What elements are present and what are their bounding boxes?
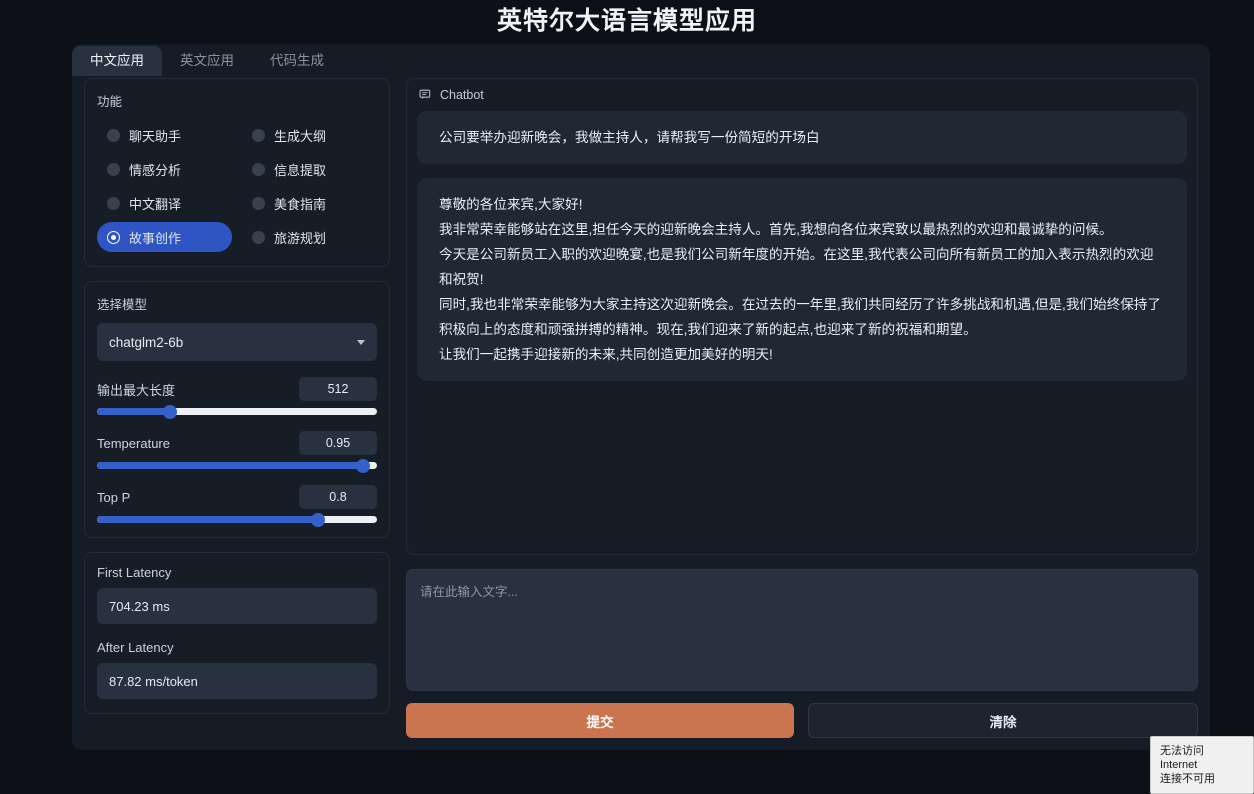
radio-information-extraction[interactable]: 信息提取	[242, 154, 377, 184]
chat-message-user: 公司要举办迎新晚会，我做主持人，请帮我写一份简短的开场白	[417, 111, 1187, 164]
radio-dot-icon	[252, 231, 265, 244]
radio-label: 旅游规划	[274, 228, 326, 247]
latency-card: First Latency 704.23 ms After Latency 87…	[84, 552, 390, 714]
chatbot-title: Chatbot	[440, 88, 484, 102]
model-select-value: chatglm2-6b	[109, 335, 183, 350]
chevron-down-icon	[357, 340, 365, 345]
chat-messages: 公司要举办迎新晚会，我做主持人，请帮我写一份简短的开场白 尊敬的各位来宾,大家好…	[417, 111, 1187, 544]
tab-english-app[interactable]: 英文应用	[162, 46, 252, 76]
slider-thumb[interactable]	[163, 405, 177, 419]
slider-label: 输出最大长度	[97, 380, 175, 399]
radio-dot-icon	[252, 163, 265, 176]
radio-dot-icon	[107, 197, 120, 210]
chat-column: Chatbot 公司要举办迎新晚会，我做主持人，请帮我写一份简短的开场白 尊敬的…	[406, 78, 1198, 738]
radio-dot-icon	[252, 129, 265, 142]
tab-code-generation[interactable]: 代码生成	[252, 46, 342, 76]
toast-line-1: 无法访问 Internet	[1160, 744, 1244, 772]
radio-food-guide[interactable]: 美食指南	[242, 188, 377, 218]
chatbot-header: Chatbot	[417, 88, 1187, 102]
radio-label: 情感分析	[129, 160, 181, 179]
page-title: 英特尔大语言模型应用	[0, 0, 1254, 38]
model-select-dropdown[interactable]: chatglm2-6b	[97, 323, 377, 361]
radio-label: 中文翻译	[129, 194, 181, 213]
slider-max-output-length: 输出最大长度 512	[97, 377, 377, 415]
slider-label: Temperature	[97, 436, 170, 451]
main-content: 功能 聊天助手 生成大纲 情感分析	[84, 78, 1198, 738]
network-status-toast: 无法访问 Internet 连接不可用	[1150, 736, 1254, 794]
prompt-input[interactable]: 请在此输入文字...	[406, 569, 1198, 691]
toast-line-2: 连接不可用	[1160, 772, 1244, 786]
after-latency-value: 87.82 ms/token	[97, 663, 377, 699]
slider-track[interactable]	[97, 516, 377, 523]
function-radio-group: 聊天助手 生成大纲 情感分析 信息提取	[97, 120, 377, 252]
radio-label: 信息提取	[274, 160, 326, 179]
slider-top-p: Top P 0.8	[97, 485, 377, 523]
slider-fill	[97, 408, 170, 415]
radio-dot-icon	[252, 197, 265, 210]
tab-bar: 中文应用 英文应用 代码生成	[72, 44, 342, 76]
message-bubble-icon	[419, 88, 433, 102]
chat-message-text: 尊敬的各位来宾,大家好! 我非常荣幸能够站在这里,担任今天的迎新晚会主持人。首先…	[439, 192, 1165, 367]
radio-label: 生成大纲	[274, 126, 326, 145]
model-select-label: 选择模型	[97, 294, 377, 313]
slider-label: Top P	[97, 490, 130, 505]
submit-button[interactable]: 提交	[406, 703, 794, 738]
model-settings-card: 选择模型 chatglm2-6b 输出最大长度 512	[84, 281, 390, 538]
radio-story-creation[interactable]: 故事创作	[97, 222, 232, 252]
chat-message-text: 公司要举办迎新晚会，我做主持人，请帮我写一份简短的开场白	[439, 125, 1165, 150]
radio-label: 美食指南	[274, 194, 326, 213]
app-shell: 中文应用 英文应用 代码生成 功能 聊天助手 生成大纲	[72, 44, 1210, 750]
radio-dot-icon	[107, 129, 120, 142]
first-latency-value: 704.23 ms	[97, 588, 377, 624]
slider-thumb[interactable]	[356, 459, 370, 473]
slider-value[interactable]: 0.95	[299, 431, 377, 455]
chat-message-bot: 尊敬的各位来宾,大家好! 我非常荣幸能够站在这里,担任今天的迎新晚会主持人。首先…	[417, 178, 1187, 381]
slider-track[interactable]	[97, 462, 377, 469]
functions-card: 功能 聊天助手 生成大纲 情感分析	[84, 78, 390, 267]
radio-label: 聊天助手	[129, 126, 181, 145]
slider-thumb[interactable]	[311, 513, 325, 527]
slider-fill	[97, 462, 363, 469]
radio-sentiment-analysis[interactable]: 情感分析	[97, 154, 232, 184]
radio-travel-planning[interactable]: 旅游规划	[242, 222, 377, 252]
radio-chinese-translation[interactable]: 中文翻译	[97, 188, 232, 218]
first-latency-label: First Latency	[97, 565, 377, 580]
slider-value[interactable]: 0.8	[299, 485, 377, 509]
chatbot-panel: Chatbot 公司要举办迎新晚会，我做主持人，请帮我写一份简短的开场白 尊敬的…	[406, 78, 1198, 555]
radio-dot-icon	[107, 163, 120, 176]
radio-dot-icon	[107, 231, 120, 244]
slider-value[interactable]: 512	[299, 377, 377, 401]
functions-label: 功能	[97, 91, 377, 110]
sidebar: 功能 聊天助手 生成大纲 情感分析	[84, 78, 390, 738]
slider-fill	[97, 516, 318, 523]
radio-chat-assistant[interactable]: 聊天助手	[97, 120, 232, 150]
tab-chinese-app[interactable]: 中文应用	[72, 46, 162, 76]
clear-button[interactable]: 清除	[808, 703, 1198, 738]
slider-temperature: Temperature 0.95	[97, 431, 377, 469]
after-latency-label: After Latency	[97, 640, 377, 655]
radio-generate-outline[interactable]: 生成大纲	[242, 120, 377, 150]
slider-track[interactable]	[97, 408, 377, 415]
radio-label: 故事创作	[129, 228, 181, 247]
action-buttons: 提交 清除	[406, 703, 1198, 738]
